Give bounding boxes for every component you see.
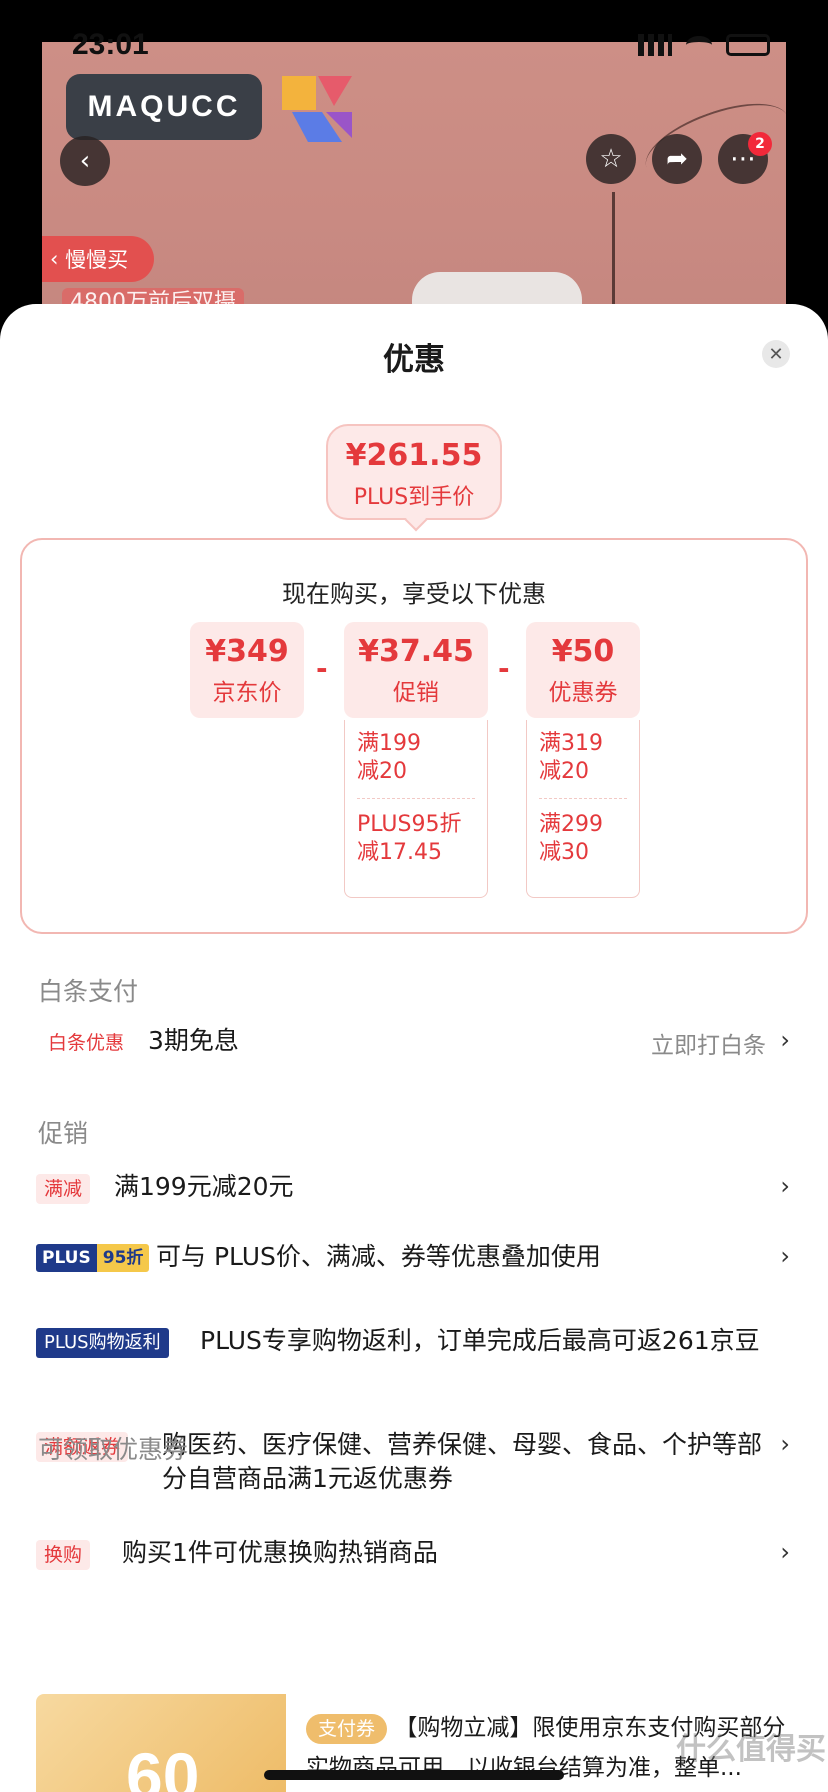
full-reduction-tag: 满减 [36, 1174, 91, 1204]
promo-detail-line: 减17.45 [357, 840, 442, 865]
coupon-box: ¥50 优惠券 [526, 622, 640, 718]
divider [539, 798, 627, 799]
baitiao-link[interactable]: 立即打白条 [651, 1026, 766, 1060]
coupon-detail-line: 减30 [539, 840, 589, 865]
promo-detail-item: PLUS95折 减17.45 [345, 801, 487, 877]
coupon-card[interactable]: 60 [36, 1694, 286, 1792]
slow-buy-label: 慢慢买 [65, 248, 129, 272]
coupon-detail-item: 满299 减30 [527, 801, 639, 877]
plus95-text: 可与 PLUS价、满减、券等优惠叠加使用 [156, 1242, 601, 1271]
final-price-amount: ¥261.55 [345, 438, 483, 473]
coupon-type-tag: 支付券 [306, 1713, 388, 1744]
promo-amount: ¥37.45 [358, 634, 474, 669]
bubble-tail [404, 508, 428, 532]
coupon-detail-line: 满319 [539, 731, 603, 756]
discount-sheet: 优惠 ✕ ¥261.55 PLUS到手价 现在购买，享受以下优惠 ¥349 京东… [0, 304, 828, 1792]
coupon-detail-line: 减20 [539, 759, 589, 784]
status-time: 23:01 [72, 28, 149, 61]
promotion-row-plus-rebate[interactable]: PLUS购物返利 PLUS专享购物返利，订单完成后最高可返261京豆 [0, 1324, 828, 1404]
share-button[interactable]: ➦ [652, 134, 702, 184]
plus95-tag-right: 95折 [96, 1244, 150, 1272]
home-indicator [264, 1770, 564, 1780]
promotion-row-full-reduction[interactable]: 满减 满199元减20元 › [0, 1170, 828, 1210]
jd-price-label: 京东价 [212, 680, 282, 706]
product-image-decor [612, 192, 615, 312]
promo-detail-item: 满199 减20 [345, 720, 487, 796]
final-price-label: PLUS到手价 [353, 485, 475, 510]
favorite-button[interactable]: ☆ [586, 134, 636, 184]
plus95-tag: PLUS 95折 [36, 1244, 150, 1272]
minus-sign: - [316, 652, 328, 685]
chevron-right-icon: › [780, 1242, 790, 1270]
star-icon: ☆ [599, 144, 623, 174]
sheet-title: 优惠 [383, 342, 445, 378]
final-price-bubble: ¥261.55 PLUS到手价 [326, 424, 502, 532]
section-label-baitiao: 白条支付 [38, 977, 139, 1006]
status-icons [638, 34, 770, 56]
wifi-icon [686, 36, 712, 54]
section-label-coupons: 可领取优惠券 [38, 1435, 189, 1464]
full-coupon-text: 购医药、医疗保健、营养保健、母婴、食品、个护等部分自营商品满1元返优惠券 [162, 1430, 763, 1493]
jd-price-box: ¥349 京东价 [190, 622, 304, 718]
brand-mark-icon [282, 76, 352, 142]
watermark: 什么值得买 [676, 1732, 826, 1767]
chevron-right-icon: › [780, 1430, 790, 1458]
promo-box: ¥37.45 促销 [344, 622, 488, 718]
chevron-left-icon: ‹ [79, 146, 91, 176]
brand-logo: MAQUCC [66, 74, 262, 140]
plus-rebate-text: PLUS专享购物返利，订单完成后最高可返261京豆 [200, 1326, 760, 1355]
baitiao-tag: 白条优惠 [48, 1032, 125, 1054]
promo-detail-line: PLUS95折 [357, 812, 462, 837]
chevron-right-icon: › [780, 1538, 790, 1566]
close-button[interactable]: ✕ [762, 340, 790, 368]
swap-tag: 换购 [36, 1540, 91, 1570]
baitiao-text: 3期免息 [148, 1026, 239, 1055]
swap-text: 购买1件可优惠换购热销商品 [122, 1538, 438, 1567]
full-reduction-text: 满199元减20元 [114, 1172, 294, 1201]
close-icon: ✕ [768, 343, 784, 365]
section-label-promotions: 促销 [38, 1119, 89, 1148]
minus-sign: - [498, 652, 510, 685]
promotion-row-plus95[interactable]: PLUS 95折 可与 PLUS价、满减、券等优惠叠加使用 › [0, 1240, 828, 1280]
baitiao-row[interactable]: 白条优惠 3期免息 立即打白条 › [0, 1024, 828, 1064]
jd-price-amount: ¥349 [205, 634, 289, 669]
chevron-right-icon: › [780, 1026, 790, 1054]
promotion-row-swap[interactable]: 换购 购买1件可优惠换购热销商品 › [0, 1536, 828, 1576]
price-breakdown: 现在购买，享受以下优惠 ¥349 京东价 - ¥37.45 促销 - ¥50 优… [20, 538, 808, 934]
share-icon: ➦ [666, 144, 688, 174]
promo-label: 促销 [393, 680, 439, 706]
coupon-detail-line: 满299 [539, 812, 603, 837]
slow-buy-tag[interactable]: ‹ 慢慢买 [42, 236, 154, 282]
coupon-detail-item: 满319 减20 [527, 720, 639, 796]
breakdown-subtitle: 现在购买，享受以下优惠 [282, 580, 546, 608]
back-button[interactable]: ‹ [60, 136, 110, 186]
divider [357, 798, 475, 799]
signal-icon [638, 34, 672, 56]
notification-badge: 2 [748, 132, 772, 156]
coupon-label: 优惠券 [548, 680, 618, 706]
promo-detail-line: 减20 [357, 759, 407, 784]
plus95-tag-left: PLUS [36, 1244, 97, 1272]
coupon-amount: ¥50 [551, 634, 615, 669]
promo-details: 满199 减20 PLUS95折 减17.45 [344, 720, 488, 898]
coupon-card-amount: 60 [126, 1739, 200, 1792]
chevron-right-icon: › [780, 1172, 790, 1200]
promo-detail-line: 满199 [357, 731, 421, 756]
chevron-left-icon: ‹ [50, 247, 66, 271]
battery-icon [726, 34, 770, 56]
coupon-details: 满319 减20 满299 减30 [526, 720, 640, 898]
plus-rebate-tag: PLUS购物返利 [36, 1328, 169, 1358]
